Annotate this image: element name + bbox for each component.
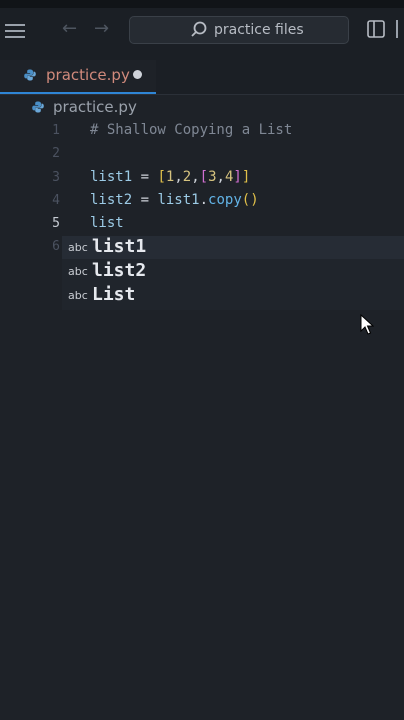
code-operator: = <box>132 169 158 185</box>
autocomplete-popup: abc list1 abc list2 abc List <box>62 236 404 310</box>
code-operator: = <box>132 192 158 208</box>
code-variable: list1 <box>90 169 133 185</box>
panel-icon[interactable] <box>396 20 404 38</box>
suggestion-item[interactable]: abc list1 <box>62 236 404 259</box>
code-number: 3 <box>208 169 217 185</box>
text-kind-icon: abc <box>68 241 88 254</box>
suggestion-label: list2 <box>92 260 147 281</box>
python-file-icon <box>24 69 36 81</box>
code-bracket: ] <box>241 169 251 185</box>
line-number: 2 <box>52 146 60 161</box>
suggestion-item[interactable]: abc list2 <box>62 260 404 283</box>
breadcrumb-file[interactable]: practice.py <box>53 98 137 116</box>
tab-practice-py[interactable]: practice.py <box>0 60 156 94</box>
arrow-right-icon[interactable]: → <box>94 18 109 39</box>
line-number: 6 <box>52 239 60 254</box>
search-text: practice files <box>214 22 304 38</box>
code-bracket: [ <box>157 169 166 185</box>
suggestion-item[interactable]: abc List <box>62 284 404 307</box>
line-number: 3 <box>52 170 60 185</box>
line-number: 1 <box>52 123 60 138</box>
split-layout-icon[interactable] <box>367 20 385 38</box>
code-comma: , <box>216 169 225 185</box>
status-strip <box>0 0 404 8</box>
line-number: 4 <box>52 193 60 208</box>
code-bracket: [ <box>199 169 209 185</box>
line-number: 5 <box>52 216 60 231</box>
code-line[interactable]: 2 <box>0 143 404 166</box>
code-line[interactable]: 4 list2 = list1.copy() <box>0 190 404 213</box>
mouse-pointer-icon <box>360 314 374 335</box>
python-file-icon <box>32 101 44 113</box>
code-text: list <box>90 215 124 231</box>
text-kind-icon: abc <box>68 265 88 278</box>
code-dot: . <box>199 192 209 208</box>
code-variable: list2 <box>90 192 133 208</box>
code-variable: list <box>90 215 124 231</box>
suggestion-label: List <box>92 284 136 305</box>
tab-label: practice.py <box>46 66 130 84</box>
text-kind-icon: abc <box>68 289 88 302</box>
code-text: # Shallow Copying a List <box>90 122 292 138</box>
code-line[interactable]: 1 # Shallow Copying a List <box>0 120 404 143</box>
tab-bar: practice.py <box>0 60 404 95</box>
code-paren: () <box>241 192 259 208</box>
code-comment: # Shallow Copying a List <box>90 122 293 138</box>
menu-icon[interactable] <box>5 24 25 38</box>
code-bracket: ] <box>233 169 242 185</box>
code-variable: list1 <box>157 192 200 208</box>
suggestion-label: list1 <box>92 236 147 257</box>
search-icon <box>191 21 207 37</box>
code-comma: , <box>191 169 200 185</box>
code-line-current[interactable]: 5 list <box>0 213 404 236</box>
breadcrumb: practice.py <box>0 94 404 120</box>
unsaved-dot-icon[interactable] <box>133 70 142 79</box>
code-text: list1 = [1,2,[3,4]] <box>90 169 250 185</box>
code-function: copy <box>208 192 242 208</box>
code-number: 2 <box>182 169 192 185</box>
code-comma: , <box>174 169 183 185</box>
code-text: list2 = list1.copy() <box>90 192 259 208</box>
code-line[interactable]: 3 list1 = [1,2,[3,4]] <box>0 167 404 190</box>
command-search-box[interactable]: practice files <box>129 16 349 44</box>
arrow-left-icon[interactable]: ← <box>62 18 77 39</box>
title-bar: ← → practice files <box>0 0 404 60</box>
